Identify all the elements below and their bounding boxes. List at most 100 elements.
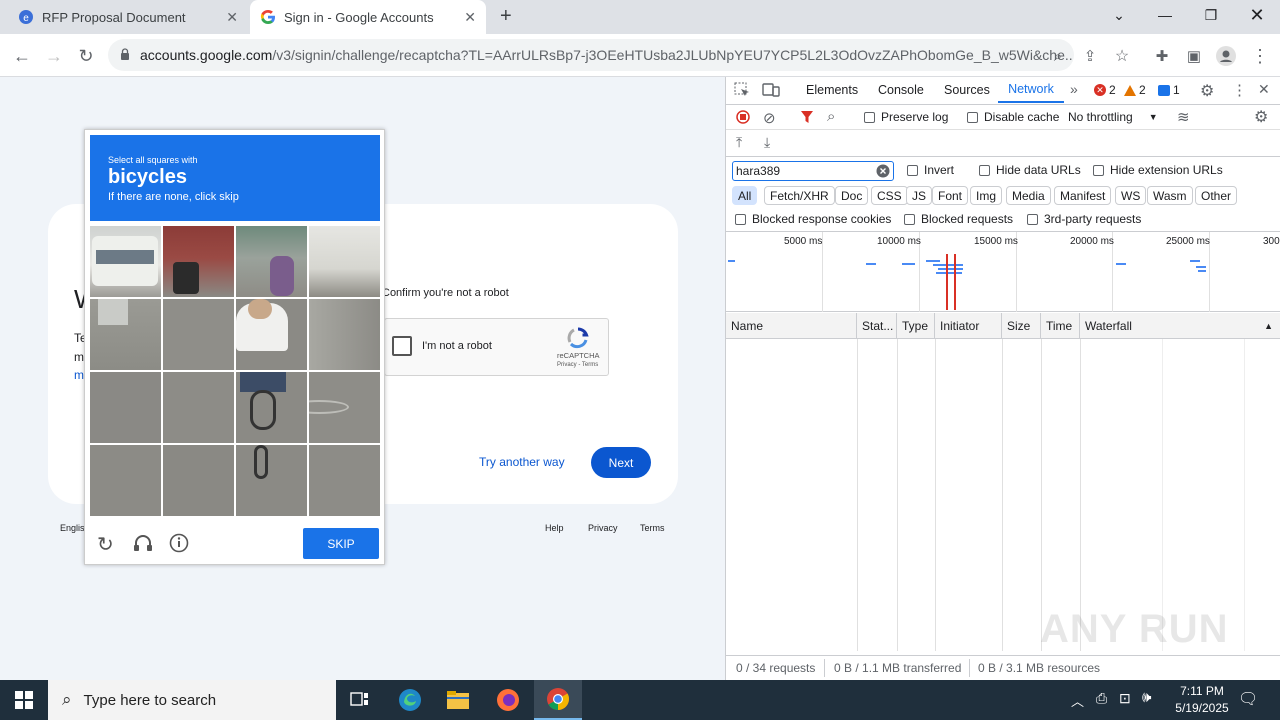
device-toolbar-icon[interactable] [762,82,780,101]
extensions-puzzle-icon[interactable]: ✚ [1148,42,1176,70]
settings-gear-icon[interactable]: ⚙ [1200,81,1214,101]
chrome-icon[interactable] [534,680,582,720]
captcha-tile[interactable] [163,445,234,516]
column-time[interactable]: Time [1041,313,1080,339]
notification-icon[interactable]: 🗨 [1238,689,1258,709]
captcha-tile[interactable] [236,372,307,443]
tab-rfp-proposal[interactable]: e RFP Proposal Document ✕ [8,0,248,34]
hide-data-urls-checkbox[interactable]: Hide data URLs [979,163,1081,177]
tab-sources[interactable]: Sources [944,77,990,103]
tab-console[interactable]: Console [878,77,924,103]
captcha-tile[interactable] [236,226,307,297]
export-har-icon[interactable]: ⤓ [764,134,770,151]
preserve-log-checkbox[interactable]: Preserve log [864,110,948,124]
profile-avatar-icon[interactable] [1212,42,1240,70]
captcha-tile[interactable] [309,226,380,297]
tab-elements[interactable]: Elements [806,77,858,103]
blocked-response-cookies-checkbox[interactable]: Blocked response cookies [735,212,891,226]
clear-icon[interactable]: ⊘ [763,109,776,127]
side-panel-icon[interactable]: ▣ [1180,42,1208,70]
tab-search-chevron-icon[interactable]: ⌄ [1096,0,1142,30]
filter-chip-img[interactable]: Img [970,186,1003,205]
zoom-search-icon[interactable]: ⌕ [1044,42,1072,70]
minimize-button[interactable]: — [1142,0,1188,30]
device-icon[interactable]: ⎙ [1096,690,1107,707]
warning-badge[interactable]: 2 [1124,83,1146,97]
network-icon[interactable]: ⊡ [1119,690,1131,707]
next-button[interactable]: Next [591,447,651,478]
column-status[interactable]: Stat... [857,313,897,339]
filter-chip-media[interactable]: Media [1006,186,1051,205]
captcha-tile[interactable] [163,226,234,297]
info-badge[interactable]: 1 [1158,83,1180,97]
filter-chip-js[interactable]: JS [906,186,933,205]
clock-time[interactable]: 7:11 PM [1168,684,1236,698]
network-conditions-icon[interactable]: ≋ [1177,108,1190,126]
file-explorer-icon[interactable] [434,680,482,720]
bookmark-star-icon[interactable]: ☆ [1108,42,1136,70]
windows-start-icon[interactable] [0,680,48,720]
tray-overflow-chevron-icon[interactable]: ︿ [1071,691,1084,710]
partial-link[interactable]: m [74,368,84,382]
column-name[interactable]: Name [726,313,857,339]
close-icon[interactable]: ✕ [464,9,476,26]
recaptcha-checkbox[interactable] [392,336,412,356]
search-icon[interactable]: ⌕ [827,108,835,125]
recaptcha-links[interactable]: Privacy - Terms [557,362,598,368]
filter-chip-manifest[interactable]: Manifest [1054,186,1112,205]
filter-input[interactable]: hara389 [732,161,894,181]
reload-icon[interactable]: ↻ [72,42,100,70]
filter-chip-ws[interactable]: WS [1115,186,1147,205]
back-arrow-icon[interactable]: ← [8,42,36,70]
tab-google-signin[interactable]: Sign in - Google Accounts ✕ [250,0,486,34]
invert-checkbox[interactable]: Invert [907,163,954,177]
inspect-element-icon[interactable] [734,82,750,101]
filter-chip-wasm[interactable]: Wasm [1147,186,1193,205]
privacy-link[interactable]: Privacy [588,523,618,533]
skip-button[interactable]: SKIP [303,528,379,559]
import-har-icon[interactable]: ⤒ [736,134,742,151]
edge-browser-icon[interactable] [386,680,434,720]
filter-chip-css[interactable]: CSS [871,186,908,205]
maximize-button[interactable]: ❐ [1188,0,1234,30]
captcha-tile[interactable] [90,226,161,297]
info-icon[interactable] [169,533,189,556]
try-another-way-link[interactable]: Try another way [479,455,565,469]
error-badge[interactable]: ✕ 2 [1094,83,1116,97]
terms-link[interactable]: Terms [640,523,665,533]
column-initiator[interactable]: Initiator [935,313,1002,339]
menu-kebab-icon[interactable]: ⋮ [1246,42,1274,70]
volume-icon[interactable]: 🕪 [1142,689,1151,706]
captcha-tile[interactable] [90,445,161,516]
captcha-tile[interactable] [236,299,307,370]
captcha-tile[interactable] [309,299,380,370]
captcha-tile[interactable] [236,445,307,516]
language-selector[interactable]: Englis [60,523,85,533]
audio-challenge-icon[interactable] [133,534,153,555]
reload-challenge-icon[interactable]: ↻ [97,532,114,557]
more-tabs-icon[interactable]: » [1070,81,1078,97]
filter-chip-all[interactable]: All [732,186,758,205]
captcha-tile[interactable] [90,372,161,443]
throttling-select[interactable]: No throttling ▼ [1068,110,1158,124]
captcha-tile[interactable] [90,299,161,370]
third-party-requests-checkbox[interactable]: 3rd-party requests [1027,212,1141,226]
firefox-icon[interactable] [484,680,532,720]
address-bar[interactable]: accounts.google.com/v3/signin/challenge/… [108,39,1074,71]
captcha-tile[interactable] [309,372,380,443]
blocked-requests-checkbox[interactable]: Blocked requests [904,212,1013,226]
tab-network[interactable]: Network [998,77,1064,103]
new-tab-button[interactable]: + [500,5,512,28]
close-window-button[interactable]: ✕ [1234,0,1280,30]
taskbar-search-box[interactable]: ⌕ Type here to search [48,680,336,720]
disable-cache-checkbox[interactable]: Disable cache [967,110,1059,124]
captcha-tile[interactable] [163,372,234,443]
devtools-menu-kebab-icon[interactable]: ⋮ [1232,81,1247,99]
help-link[interactable]: Help [545,523,564,533]
column-waterfall[interactable]: Waterfall ▲ [1080,313,1280,339]
filter-chip-other[interactable]: Other [1195,186,1238,205]
network-settings-gear-icon[interactable]: ⚙ [1254,107,1268,127]
record-stop-icon[interactable] [736,110,750,127]
filter-chip-doc[interactable]: Doc [835,186,869,205]
forward-arrow-icon[interactable]: → [40,42,68,70]
